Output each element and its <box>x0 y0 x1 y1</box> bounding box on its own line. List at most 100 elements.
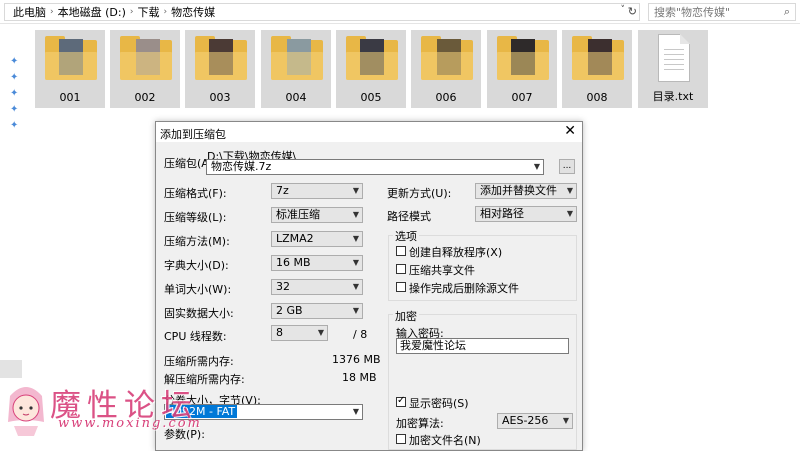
folder-item[interactable]: 006 <box>411 30 481 108</box>
word-label: 单词大小(W): <box>164 283 232 296</box>
file-label: 目录.txt <box>652 90 694 103</box>
close-icon[interactable]: ✕ <box>564 123 576 139</box>
mem-compress-label: 压缩所需内存: <box>164 355 234 368</box>
mem-decompress-value: 18 MB <box>342 371 377 384</box>
folder-icon <box>45 36 97 82</box>
chevron-down-icon: ▼ <box>352 234 359 243</box>
shared-checkbox[interactable] <box>396 264 406 274</box>
enc-method-label: 加密算法: <box>396 417 444 430</box>
chevron-down-icon: ▼ <box>352 407 359 416</box>
pin-icon[interactable]: ✦ <box>10 120 22 136</box>
mascot-logo-icon <box>8 387 44 436</box>
pin-icon[interactable]: ✦ <box>10 72 22 88</box>
pin-icon[interactable]: ✦ <box>10 88 22 104</box>
quick-access-pins: ✦ ✦ ✦ ✦ ✦ <box>10 56 22 136</box>
dialog-title: 添加到压缩包 <box>160 128 226 141</box>
path-mode-value: 相对路径 <box>480 207 524 220</box>
level-select[interactable]: 标准压缩 ▼ <box>271 207 363 223</box>
dialog-titlebar: 添加到压缩包 ✕ <box>156 122 582 142</box>
folder-label: 003 <box>209 91 231 104</box>
refresh-icon[interactable]: ↻ <box>628 5 637 18</box>
folder-item[interactable]: 002 <box>110 30 180 108</box>
encryption-title: 加密 <box>393 308 419 324</box>
update-label: 更新方式(U): <box>387 187 452 200</box>
watermark-url: www.moxing.com <box>58 416 202 431</box>
delete-source-checkbox[interactable] <box>396 282 406 292</box>
method-select[interactable]: LZMA2 ▼ <box>271 231 363 247</box>
folder-item[interactable]: 001 <box>35 30 105 108</box>
path-mode-label: 路径模式 <box>387 210 431 223</box>
sfx-checkbox[interactable] <box>396 246 406 256</box>
encrypt-names-checkbox[interactable] <box>396 434 406 444</box>
folder-icon <box>195 36 247 82</box>
search-icon[interactable]: ⌕ <box>784 5 790 19</box>
format-value: 7z <box>276 184 289 197</box>
chevron-down-icon: ▼ <box>562 416 569 425</box>
search-placeholder: 搜索"物恋传媒" <box>654 6 731 19</box>
password-value: 我爱魔性论坛 <box>400 339 466 352</box>
folder-icon <box>271 36 323 82</box>
chevron-right-icon: › <box>163 7 168 17</box>
enc-method-value: AES-256 <box>502 414 549 427</box>
folder-label: 002 <box>134 91 156 104</box>
update-select[interactable]: 添加并替换文件 ▼ <box>475 183 577 199</box>
folder-item[interactable]: 005 <box>336 30 406 108</box>
file-item[interactable]: 目录.txt <box>638 30 708 108</box>
folder-item[interactable]: 004 <box>261 30 331 108</box>
level-label: 压缩等级(L): <box>164 211 227 224</box>
password-field[interactable]: 我爱魔性论坛 <box>396 338 569 354</box>
folder-label: 005 <box>360 91 382 104</box>
pin-icon[interactable]: ✦ <box>10 56 22 72</box>
search-input[interactable]: 搜索"物恋传媒" ⌕ <box>648 3 796 21</box>
solid-select[interactable]: 2 GB ▼ <box>271 303 363 319</box>
dict-label: 字典大小(D): <box>164 259 229 272</box>
archive-name: 物恋传媒.7z <box>211 160 272 173</box>
cpu-value: 8 <box>276 326 283 339</box>
enc-method-select[interactable]: AES-256 ▼ <box>497 413 573 429</box>
dict-value: 16 MB <box>276 256 311 269</box>
folder-label: 007 <box>511 91 533 104</box>
options-title: 选项 <box>393 228 419 244</box>
folder-label: 001 <box>59 91 81 104</box>
chevron-right-icon: › <box>129 7 134 17</box>
format-select[interactable]: 7z ▼ <box>271 183 363 199</box>
chevron-down-icon[interactable]: ˅ <box>621 5 626 15</box>
chevron-down-icon: ▼ <box>352 210 359 219</box>
show-password-checkbox[interactable] <box>396 395 406 407</box>
chevron-down-icon: ▼ <box>352 186 359 195</box>
chevron-right-icon: › <box>50 7 54 17</box>
format-label: 压缩格式(F): <box>164 187 227 200</box>
chevron-down-icon[interactable]: ▼ <box>534 160 540 174</box>
nav-pane-selection[interactable] <box>0 360 22 378</box>
cpu-label: CPU 线程数: <box>164 330 227 343</box>
archive-name-combo[interactable]: 物恋传媒.7z ▼ <box>206 159 544 175</box>
folder-item[interactable]: 003 <box>185 30 255 108</box>
folder-item[interactable]: 007 <box>487 30 557 108</box>
chevron-down-icon: ▼ <box>566 186 573 195</box>
add-to-archive-dialog: 添加到压缩包 ✕ 压缩包(A) D:\下载\物恋传媒\ 物恋传媒.7z ▼ ..… <box>155 121 583 451</box>
shared-label: 压缩共享文件 <box>409 264 475 277</box>
chevron-down-icon: ▼ <box>317 328 324 337</box>
chevron-down-icon: ▼ <box>352 258 359 267</box>
dict-select[interactable]: 16 MB ▼ <box>271 255 363 271</box>
folder-item[interactable]: 008 <box>562 30 632 108</box>
level-value: 标准压缩 <box>276 208 320 221</box>
chevron-down-icon: ▼ <box>352 306 359 315</box>
pin-icon[interactable]: ✦ <box>10 104 22 120</box>
word-select[interactable]: 32 ▼ <box>271 279 363 295</box>
browse-button[interactable]: ... <box>559 159 575 174</box>
breadcrumb-current[interactable]: 物恋传媒 <box>171 4 215 20</box>
breadcrumb-this-pc[interactable]: 此电脑 <box>13 4 46 20</box>
chevron-down-icon: ▼ <box>566 209 573 218</box>
show-password-label: 显示密码(S) <box>409 397 469 410</box>
path-box[interactable]: 此电脑 › 本地磁盘 (D:) › 下载 › 物恋传媒 ˅ ↻ <box>4 3 640 21</box>
path-mode-select[interactable]: 相对路径 ▼ <box>475 206 577 222</box>
breadcrumb-downloads[interactable]: 下载 <box>137 4 159 20</box>
solid-label: 固实数据大小: <box>164 307 234 320</box>
mem-compress-value: 1376 MB <box>332 353 381 366</box>
chevron-down-icon: ▼ <box>352 282 359 291</box>
breadcrumb-drive[interactable]: 本地磁盘 (D:) <box>58 4 126 20</box>
folder-icon <box>120 36 172 82</box>
cpu-select[interactable]: 8 ▼ <box>271 325 328 341</box>
method-label: 压缩方法(M): <box>164 235 230 248</box>
